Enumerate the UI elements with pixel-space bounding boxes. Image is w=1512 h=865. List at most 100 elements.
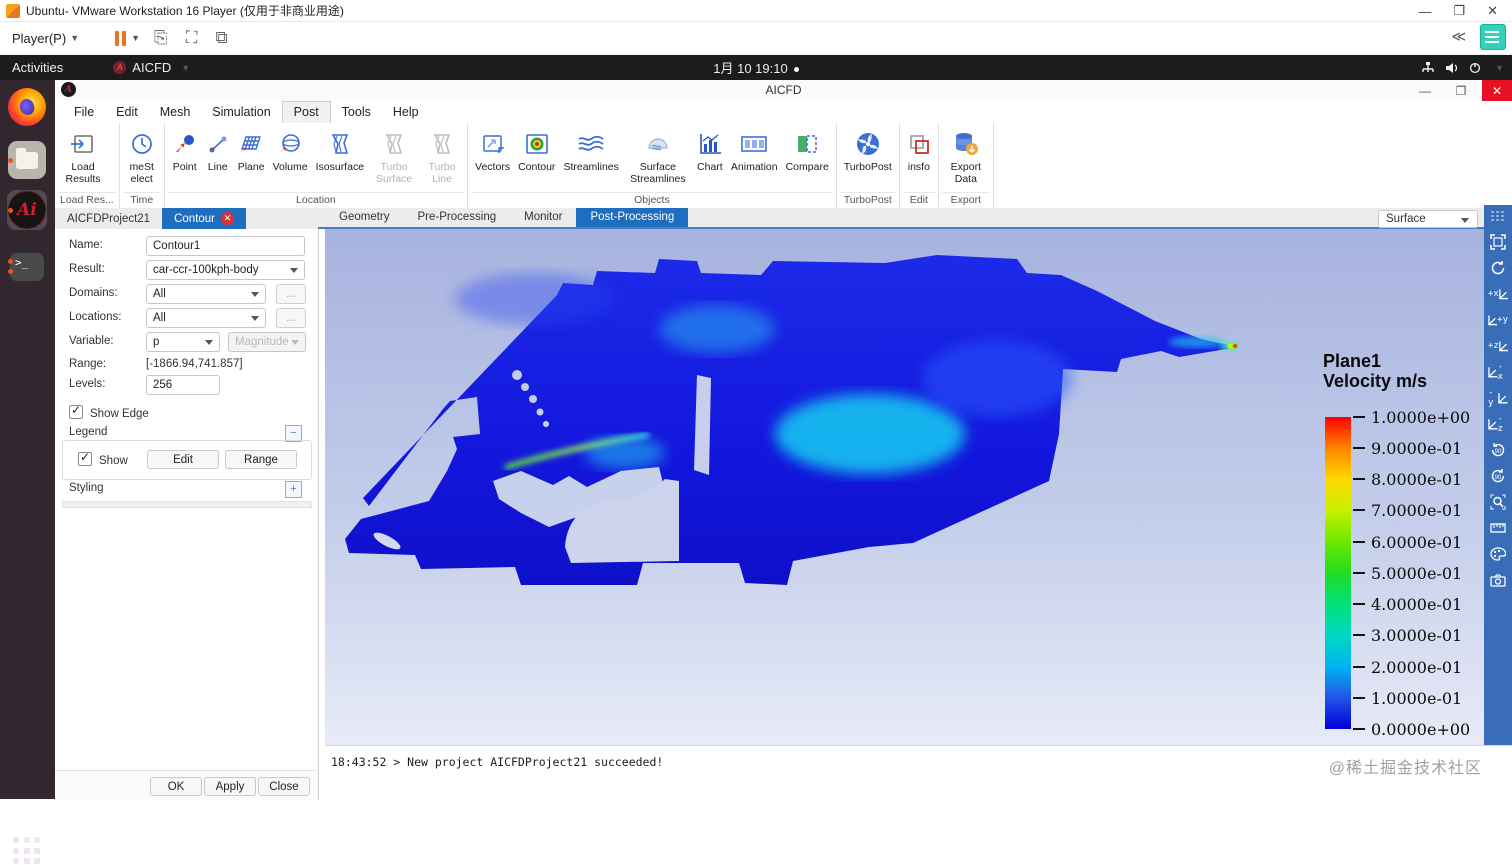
legend-edit-button[interactable]: Edit bbox=[147, 450, 219, 469]
view-plus-z-icon[interactable]: +z bbox=[1488, 337, 1508, 355]
caret-down-icon[interactable]: ▼ bbox=[1495, 63, 1504, 73]
streamlines-button[interactable]: Streamlines bbox=[559, 129, 622, 174]
close-tab-icon[interactable]: ✕ bbox=[221, 212, 235, 225]
menu-help[interactable]: Help bbox=[382, 102, 430, 123]
turbo-line-button[interactable]: Turbo Line bbox=[420, 129, 464, 185]
palette-icon[interactable] bbox=[1488, 545, 1508, 563]
name-input[interactable] bbox=[146, 236, 305, 256]
tab-post-processing[interactable]: Post-Processing bbox=[576, 208, 689, 227]
app-minimize-button[interactable]: — bbox=[1410, 80, 1440, 101]
rotate-90-cw-icon[interactable]: 90 bbox=[1488, 467, 1508, 485]
suspend-button[interactable]: ▼ bbox=[113, 30, 140, 46]
tab-geometry[interactable]: Geometry bbox=[325, 208, 404, 227]
compare-button[interactable]: Compare bbox=[782, 129, 833, 174]
isosurface-button[interactable]: Isosurface bbox=[312, 129, 368, 174]
animation-button[interactable]: Animation bbox=[727, 129, 782, 174]
point-button[interactable]: Point bbox=[168, 129, 202, 174]
vmware-maximize-button[interactable]: ❐ bbox=[1453, 3, 1465, 19]
plane-button[interactable]: Plane bbox=[234, 129, 269, 174]
fit-view-icon[interactable] bbox=[1488, 233, 1508, 251]
3d-viewport[interactable]: Plane1 Velocity m/s 1.0000e+00 9.0000e-0… bbox=[325, 229, 1484, 745]
chart-button[interactable]: Chart bbox=[693, 129, 727, 174]
menu-tools[interactable]: Tools bbox=[331, 102, 382, 123]
chevron-down-icon bbox=[291, 340, 299, 345]
sticky-note-icon[interactable] bbox=[1480, 24, 1506, 50]
app-menu-button[interactable]: A AICFD ▼ bbox=[101, 55, 202, 80]
menu-simulation[interactable]: Simulation bbox=[201, 102, 281, 123]
turbo-surface-button[interactable]: Turbo Surface bbox=[368, 129, 420, 185]
vmware-close-button[interactable]: ✕ bbox=[1487, 3, 1498, 19]
load-results-button[interactable]: Load Results bbox=[58, 129, 108, 185]
legend-tick: 4.0000e-01 bbox=[1353, 595, 1462, 614]
surface-streamlines-button[interactable]: Surface Streamlines bbox=[623, 129, 693, 185]
legend-tick: 9.0000e-01 bbox=[1353, 439, 1462, 458]
ribbon-group-location: Point Line Plane Volume Isosurface Turbo… bbox=[165, 123, 469, 208]
dock-aicfd[interactable]: Ai bbox=[7, 190, 47, 230]
variable-dropdown[interactable]: p bbox=[146, 332, 220, 352]
menu-edit[interactable]: Edit bbox=[105, 102, 149, 123]
activities-button[interactable]: Activities bbox=[0, 55, 75, 80]
line-button[interactable]: Line bbox=[202, 129, 234, 174]
view-minus-x-icon[interactable]: -x bbox=[1488, 362, 1508, 382]
menu-post[interactable]: Post bbox=[281, 101, 331, 123]
domains-more-button[interactable]: ... bbox=[276, 284, 306, 304]
tab-pre-processing[interactable]: Pre-Processing bbox=[404, 208, 511, 227]
message-log[interactable]: 18:43:52 > New project AICFDProject21 su… bbox=[325, 745, 1512, 799]
measure-icon[interactable] bbox=[1488, 519, 1508, 537]
view-plus-x-icon[interactable]: +x bbox=[1488, 285, 1508, 303]
network-icon[interactable] bbox=[1421, 61, 1435, 74]
styling-expand-button[interactable]: + bbox=[285, 481, 302, 498]
dock-terminal[interactable]: >_ bbox=[7, 247, 47, 287]
result-dropdown[interactable]: car-ccr-100kph-body bbox=[146, 260, 305, 280]
levels-input[interactable] bbox=[146, 375, 220, 395]
fullscreen-icon[interactable]: ⛶ bbox=[186, 28, 198, 48]
rotate-90-ccw-icon[interactable]: 90 bbox=[1488, 441, 1508, 459]
app-maximize-button[interactable]: ❐ bbox=[1446, 80, 1476, 101]
menu-mesh[interactable]: Mesh bbox=[149, 102, 202, 123]
view-toolbar: +x +y +z -x -y -z 90 90 bbox=[1484, 205, 1512, 748]
player-menu-button[interactable]: Player(P) ▼ bbox=[4, 27, 87, 50]
locations-dropdown[interactable]: All bbox=[146, 308, 266, 328]
list-options-icon[interactable] bbox=[1488, 207, 1508, 225]
ok-button[interactable]: OK bbox=[150, 777, 202, 796]
show-edge-checkbox[interactable]: Show Edge bbox=[69, 403, 149, 420]
power-icon[interactable] bbox=[1469, 62, 1481, 74]
zoom-area-icon[interactable] bbox=[1488, 493, 1508, 511]
terminal-icon: >_ bbox=[9, 252, 45, 282]
transform-button[interactable]: insfo bbox=[903, 129, 935, 174]
export-data-button[interactable]: Export Data bbox=[942, 129, 990, 185]
view-minus-y-icon[interactable]: -y bbox=[1488, 388, 1508, 408]
close-button[interactable]: Close bbox=[258, 777, 310, 796]
legend-range-button[interactable]: Range bbox=[225, 450, 297, 469]
rotate-view-icon[interactable] bbox=[1488, 259, 1508, 277]
view-plus-y-icon[interactable]: +y bbox=[1488, 311, 1508, 329]
menu-file[interactable]: File bbox=[63, 102, 105, 123]
tab-contour[interactable]: Contour ✕ bbox=[162, 208, 247, 229]
snapshot-icon[interactable] bbox=[1488, 571, 1508, 589]
surface-selector-dropdown[interactable]: Surface bbox=[1378, 210, 1478, 228]
turbopost-button[interactable]: TurboPost bbox=[840, 129, 896, 174]
tab-monitor[interactable]: Monitor bbox=[510, 208, 576, 227]
dock-firefox[interactable] bbox=[7, 87, 47, 127]
dock-files[interactable] bbox=[7, 140, 47, 180]
vmware-minimize-button[interactable]: — bbox=[1418, 4, 1431, 19]
show-applications-button[interactable] bbox=[13, 837, 41, 865]
locations-more-button[interactable]: ... bbox=[276, 308, 306, 328]
unity-mode-icon[interactable]: ⧉ bbox=[216, 28, 228, 48]
timestep-selector-button[interactable]: meSt elect bbox=[123, 129, 161, 185]
toolbar-collapse-button[interactable]: ≪ bbox=[1451, 28, 1466, 45]
vectors-button[interactable]: Vectors bbox=[471, 129, 514, 174]
legend-show-checkbox[interactable]: Show bbox=[78, 450, 128, 467]
volume-icon[interactable] bbox=[1445, 62, 1459, 74]
send-ctrl-alt-del-icon[interactable]: ⎘ bbox=[154, 28, 168, 48]
tab-project[interactable]: AICFDProject21 bbox=[55, 208, 162, 229]
view-minus-z-icon[interactable]: -z bbox=[1488, 414, 1508, 434]
component-dropdown[interactable]: Magnitude bbox=[228, 332, 306, 352]
clock[interactable]: 1月 10 19:10 bbox=[713, 61, 799, 76]
legend-tick: 5.0000e-01 bbox=[1353, 564, 1462, 583]
contour-button[interactable]: Contour bbox=[514, 129, 559, 174]
domains-dropdown[interactable]: All bbox=[146, 284, 266, 304]
volume-button[interactable]: Volume bbox=[269, 129, 312, 174]
app-close-button[interactable]: ✕ bbox=[1482, 80, 1512, 101]
apply-button[interactable]: Apply bbox=[204, 777, 256, 796]
